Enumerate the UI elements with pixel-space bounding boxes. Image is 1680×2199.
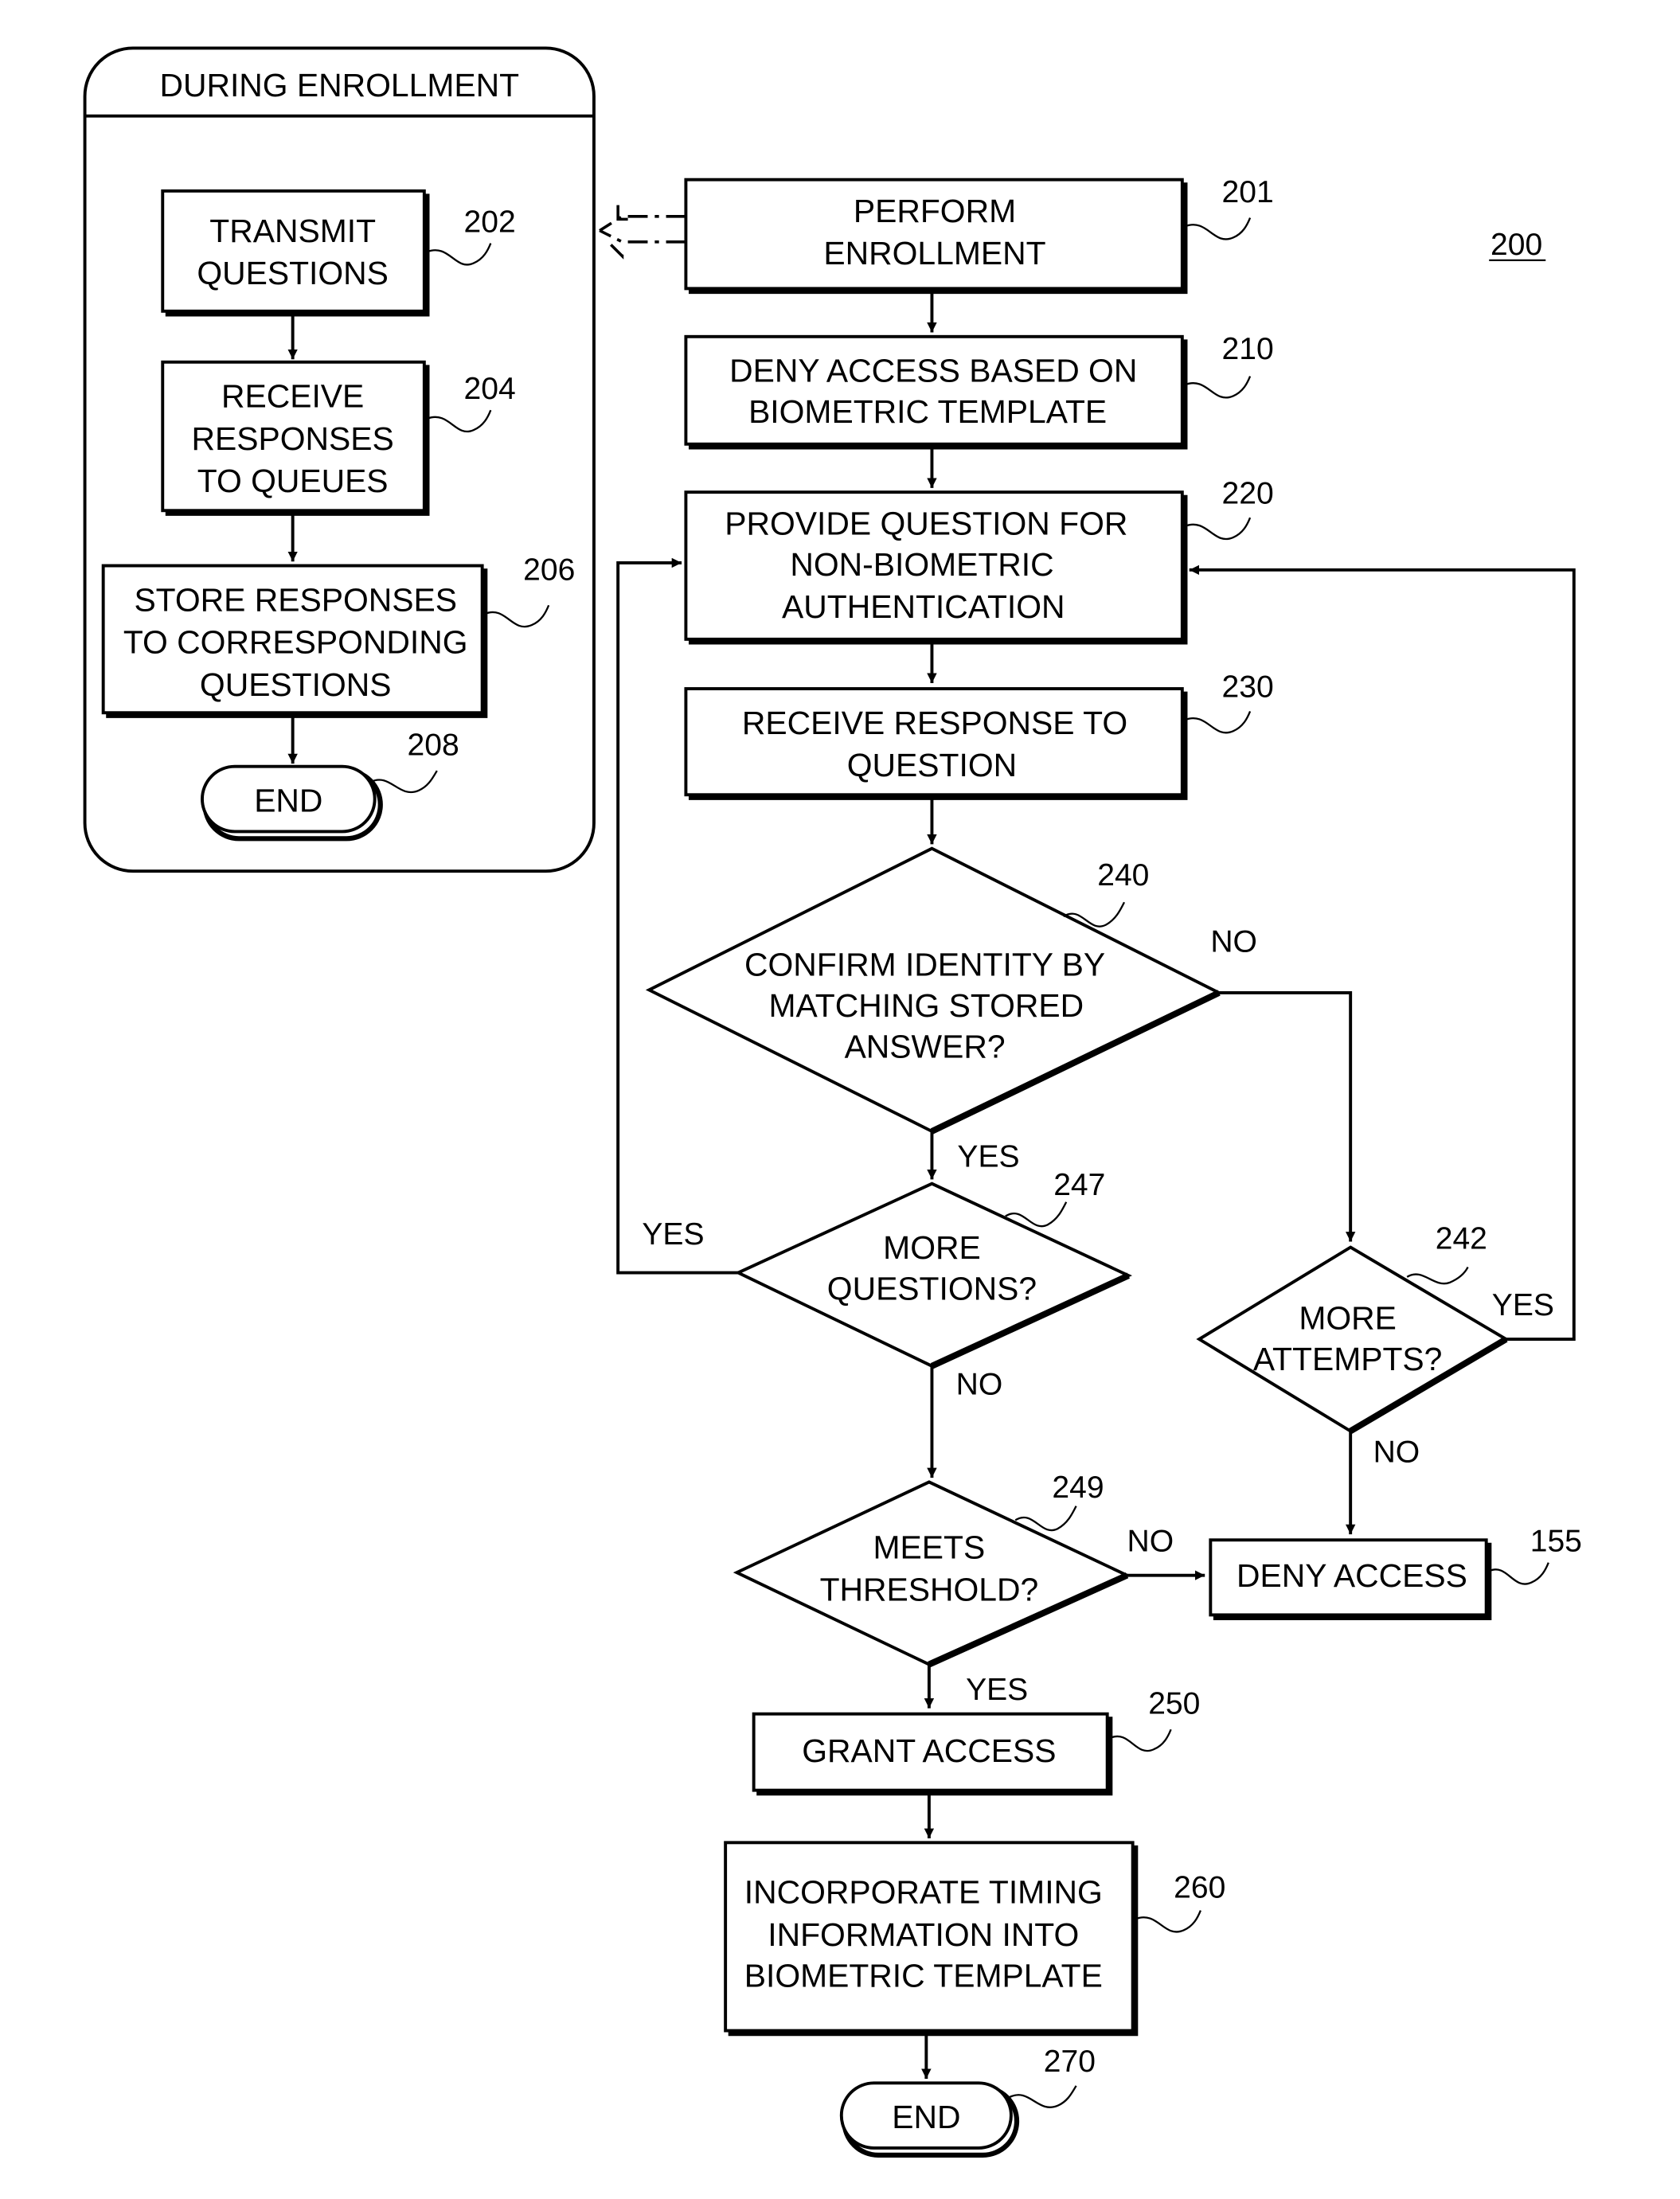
step-204-line-1: RECEIVE	[221, 378, 364, 415]
step-155-deny-access: DENY ACCESS 155	[1209, 1524, 1582, 1621]
decision-249-meets-threshold: MEETS THRESHOLD? 249	[733, 1471, 1131, 1668]
step-155-ref: 155	[1530, 1524, 1582, 1558]
step-206-line-3: QUESTIONS	[200, 666, 392, 703]
arrow-247-yes-to-220	[616, 557, 739, 1275]
step-208-label: END	[254, 783, 322, 819]
decision-247-line-1: MORE	[883, 1229, 981, 1266]
step-201-perform-enrollment: PERFORM ENROLLMENT 201	[684, 175, 1274, 295]
step-208-ref: 208	[408, 728, 459, 763]
decision-242-line-2: ATTEMPTS?	[1253, 1341, 1443, 1377]
step-204-ref: 204	[464, 372, 516, 406]
step-201-line-1: PERFORM	[854, 193, 1016, 229]
step-155-label: DENY ACCESS	[1237, 1557, 1467, 1594]
step-206-line-2: TO CORRESPONDING	[123, 624, 468, 661]
step-250-ref: 250	[1148, 1687, 1200, 1721]
step-250-label: GRANT ACCESS	[802, 1732, 1056, 1769]
decision-242-more-attempts: MORE ATTEMPTS? 242	[1196, 1221, 1510, 1434]
step-220-ref: 220	[1222, 476, 1274, 510]
decision-247-more-questions: MORE QUESTIONS? 247	[734, 1168, 1132, 1369]
step-270-end: END 270	[839, 2045, 1096, 2158]
decision-242-ref: 242	[1436, 1221, 1487, 1256]
step-220-line-3: AUTHENTICATION	[782, 588, 1065, 625]
step-202-line-2: QUESTIONS	[197, 255, 389, 291]
edge-label-242-yes: YES	[1492, 1288, 1554, 1322]
step-202-line-1: TRANSMIT	[209, 213, 376, 249]
edge-label-240-no: NO	[1210, 924, 1257, 959]
edge-label-247-no: NO	[956, 1367, 1003, 1401]
step-201-ref: 201	[1222, 175, 1274, 209]
decision-249-line-2: THRESHOLD?	[820, 1572, 1039, 1608]
step-270-ref: 270	[1044, 2045, 1096, 2079]
decision-249-ref: 249	[1052, 1471, 1104, 1505]
decision-242-line-1: MORE	[1299, 1300, 1397, 1337]
step-270-label: END	[892, 2099, 960, 2135]
decision-249-line-1: MEETS	[873, 1529, 986, 1565]
figure-number: 200	[1489, 228, 1546, 262]
step-210-deny-access-biometric: DENY ACCESS BASED ON BIOMETRIC TEMPLATE …	[684, 332, 1274, 450]
figure-number-text: 200	[1491, 228, 1542, 262]
step-230-receive-response: RECEIVE RESPONSE TO QUESTION 230	[684, 670, 1274, 800]
step-220-line-2: NON-BIOMETRIC	[790, 546, 1053, 583]
decision-240-line-2: MATCHING STORED	[769, 987, 1084, 1024]
arrow-240-no-to-242	[1218, 990, 1356, 1242]
edge-label-240-yes: YES	[957, 1139, 1019, 1174]
step-220-line-1: PROVIDE QUESTION FOR	[725, 505, 1127, 541]
edge-label-249-no: NO	[1127, 1524, 1174, 1558]
step-260-line-3: BIOMETRIC TEMPLATE	[744, 1957, 1103, 1994]
step-206-ref: 206	[523, 553, 575, 587]
step-204-line-3: TO QUEUES	[197, 463, 389, 499]
decision-240-confirm-identity: CONFIRM IDENTITY BY MATCHING STORED ANSW…	[645, 846, 1223, 1135]
step-230-line-1: RECEIVE RESPONSE TO	[742, 705, 1127, 741]
step-210-line-2: BIOMETRIC TEMPLATE	[748, 393, 1107, 430]
step-206-line-1: STORE RESPONSES	[134, 581, 457, 618]
step-210-ref: 210	[1222, 332, 1274, 366]
step-260-line-1: INCORPORATE TIMING	[744, 1874, 1103, 1911]
step-220-provide-question: PROVIDE QUESTION FOR NON-BIOMETRIC AUTHE…	[684, 476, 1274, 645]
decision-240-line-3: ANSWER?	[845, 1029, 1006, 1065]
step-201-line-2: ENROLLMENT	[823, 235, 1045, 271]
edge-label-249-yes: YES	[966, 1673, 1028, 1707]
step-210-line-1: DENY ACCESS BASED ON	[729, 353, 1137, 389]
decision-247-ref: 247	[1053, 1168, 1105, 1202]
enrollment-panel-title: DURING ENROLLMENT	[159, 67, 519, 104]
decision-247-line-2: QUESTIONS?	[827, 1270, 1037, 1307]
step-260-incorporate-timing: INCORPORATE TIMING INFORMATION INTO BIOM…	[724, 1841, 1225, 2037]
decision-240-line-1: CONFIRM IDENTITY BY	[744, 947, 1105, 983]
step-260-ref: 260	[1174, 1871, 1225, 1905]
decision-240-ref: 240	[1097, 858, 1149, 892]
step-230-ref: 230	[1222, 670, 1274, 705]
step-202-box	[161, 189, 426, 313]
enrollment-detail-link	[599, 205, 686, 260]
flowchart-diagram: 200 DURING ENROLLMENT TRANSMIT QUESTIONS…	[83, 46, 1582, 2158]
edge-label-247-yes: YES	[642, 1217, 704, 1252]
step-202-ref: 202	[464, 205, 516, 239]
step-230-line-2: QUESTION	[847, 747, 1017, 783]
edge-label-242-no: NO	[1373, 1435, 1420, 1470]
enrollment-panel: DURING ENROLLMENT TRANSMIT QUESTIONS 202…	[83, 46, 596, 873]
step-260-line-2: INFORMATION INTO	[768, 1916, 1079, 1953]
step-204-line-2: RESPONSES	[192, 420, 394, 457]
decision-242-shape	[1196, 1245, 1510, 1433]
